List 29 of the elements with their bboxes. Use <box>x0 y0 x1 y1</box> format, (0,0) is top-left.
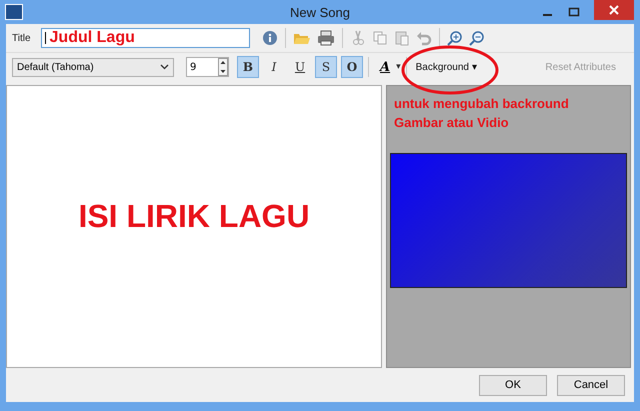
spinner-icon[interactable] <box>218 58 228 76</box>
font-size-field[interactable]: 9 <box>186 57 229 77</box>
printer-icon[interactable] <box>316 30 335 46</box>
title-field[interactable]: Judul Lagu <box>40 28 250 48</box>
maximize-icon[interactable] <box>568 7 580 17</box>
annotation-text: Judul Lagu <box>50 29 135 47</box>
background-button[interactable]: Background ▾ <box>412 61 477 73</box>
annotation-text: untuk mengubah backround Gambar atau Vidio <box>393 95 570 132</box>
font-dropdown[interactable]: Default (Tahoma) <box>12 58 174 76</box>
chevron-down-icon[interactable] <box>160 64 169 70</box>
lyrics-editor[interactable]: ISI LIRIK LAGU <box>6 85 382 368</box>
text-style-button[interactable]: B <box>237 56 259 78</box>
window-title: New Song <box>290 4 350 20</box>
info-icon[interactable] <box>262 30 278 46</box>
zoom-out-icon[interactable] <box>468 30 485 46</box>
title-label: Title <box>12 32 31 44</box>
close-button[interactable] <box>594 0 634 20</box>
caret-icon[interactable]: ▾ <box>396 62 401 72</box>
text-style-button[interactable]: S <box>315 56 337 78</box>
annotation-text: ISI LIRIK LAGU <box>78 198 310 235</box>
text-style-button[interactable]: I <box>263 56 285 78</box>
ok-button[interactable]: OK <box>479 374 547 396</box>
text-style-button[interactable]: O <box>341 56 363 78</box>
zoom-in-icon[interactable] <box>446 30 463 46</box>
text-style-button[interactable]: U <box>289 56 311 78</box>
font-color-button[interactable]: A <box>378 60 392 74</box>
close-icon <box>609 5 619 15</box>
app-logo-icon <box>5 4 23 20</box>
cancel-button[interactable]: Cancel <box>557 374 625 396</box>
